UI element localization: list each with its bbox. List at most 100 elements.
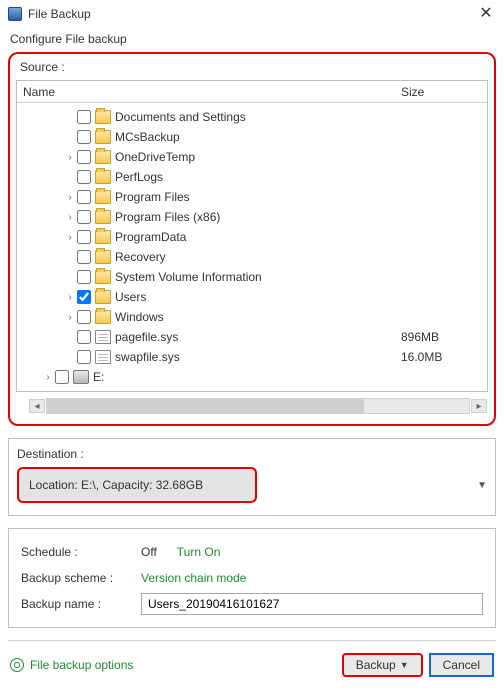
folder-icon	[95, 190, 111, 204]
tree-item-label: PerfLogs	[115, 170, 401, 184]
backup-button-label: Backup	[356, 658, 396, 672]
tree-checkbox[interactable]	[77, 230, 91, 244]
footer: File backup options Backup ▼ Cancel	[0, 647, 504, 687]
tree-item-label: ProgramData	[115, 230, 401, 244]
tree-row[interactable]: swapfile.sys16.0MB	[17, 347, 487, 367]
destination-section: Destination : Location: E:\, Capacity: 3…	[8, 438, 496, 516]
tree-row[interactable]: › Users	[17, 287, 487, 307]
cancel-button-label: Cancel	[443, 658, 480, 672]
backup-button[interactable]: Backup ▼	[342, 653, 423, 677]
expand-icon[interactable]: ›	[63, 192, 77, 203]
gear-icon	[10, 658, 24, 672]
file-backup-options-link[interactable]: File backup options	[10, 658, 133, 672]
tree-row[interactable]: ›OneDriveTemp	[17, 147, 487, 167]
folder-icon	[95, 270, 111, 284]
destination-value: Location: E:\, Capacity: 32.68GB	[29, 478, 203, 492]
tree-row[interactable]: › ProgramData	[17, 227, 487, 247]
options-label: File backup options	[30, 658, 133, 672]
tree-checkbox[interactable]	[77, 250, 91, 264]
cancel-button[interactable]: Cancel	[429, 653, 494, 677]
folder-icon	[95, 310, 111, 324]
tree-item-label: Program Files	[115, 190, 401, 204]
tree-checkbox[interactable]	[55, 370, 69, 384]
tree-item-label: swapfile.sys	[115, 350, 401, 364]
folder-icon	[95, 170, 111, 184]
tree-row[interactable]: › E:	[17, 367, 487, 387]
tree-body: Documents and Settings MCsBackup ›OneDrive…	[17, 103, 487, 391]
scroll-right-icon[interactable]: ▸	[471, 399, 487, 413]
expand-icon[interactable]: ›	[63, 232, 77, 243]
tree-checkbox[interactable]	[77, 110, 91, 124]
source-section: Source : Name Size Documents and Setting…	[8, 52, 496, 426]
backup-name-label: Backup name :	[21, 597, 131, 611]
tree-row[interactable]: PerfLogs	[17, 167, 487, 187]
schedule-label: Schedule :	[21, 545, 131, 559]
app-icon	[8, 7, 22, 21]
horizontal-scrollbar[interactable]: ◂ ▸	[46, 398, 470, 414]
scheme-label: Backup scheme :	[21, 571, 131, 585]
settings-section: Schedule : Off Turn On Backup scheme : V…	[8, 528, 496, 628]
tree-row[interactable]: Recovery	[17, 247, 487, 267]
tree-row[interactable]: pagefile.sys896MB	[17, 327, 487, 347]
folder-icon	[95, 290, 111, 304]
tree-checkbox[interactable]	[77, 290, 91, 304]
tree-row[interactable]: System Volume Information	[17, 267, 487, 287]
destination-dropdown[interactable]: Location: E:\, Capacity: 32.68GB	[17, 467, 257, 503]
page-subtitle: Configure File backup	[0, 28, 504, 52]
tree-item-size: 16.0MB	[401, 350, 481, 364]
expand-icon[interactable]: ›	[63, 212, 77, 223]
tree-checkbox[interactable]	[77, 310, 91, 324]
chevron-down-icon: ▼	[400, 660, 409, 670]
column-size[interactable]: Size	[401, 85, 481, 99]
tree-checkbox[interactable]	[77, 210, 91, 224]
tree-header: Name Size	[17, 81, 487, 103]
tree-item-label: Program Files (x86)	[115, 210, 401, 224]
expand-icon[interactable]: ›	[63, 152, 77, 163]
folder-icon	[95, 150, 111, 164]
destination-label: Destination :	[17, 447, 487, 461]
tree-item-label: Documents and Settings	[115, 110, 401, 124]
window-title: File Backup	[28, 7, 91, 21]
scroll-left-icon[interactable]: ◂	[29, 399, 45, 413]
backup-name-row: Backup name :	[21, 591, 483, 617]
tree-checkbox[interactable]	[77, 150, 91, 164]
backup-name-input[interactable]	[141, 593, 483, 615]
tree-checkbox[interactable]	[77, 270, 91, 284]
expand-icon[interactable]: ›	[41, 372, 55, 383]
folder-icon	[95, 250, 111, 264]
tree-checkbox[interactable]	[77, 330, 91, 344]
expand-icon[interactable]: ›	[63, 312, 77, 323]
tree-row[interactable]: MCsBackup	[17, 127, 487, 147]
tree-row[interactable]: › Program Files (x86)	[17, 207, 487, 227]
folder-icon	[95, 130, 111, 144]
chevron-down-icon[interactable]: ▼	[477, 480, 487, 491]
tree-checkbox[interactable]	[77, 350, 91, 364]
tree-item-label: Users	[115, 290, 401, 304]
source-tree: Name Size Documents and Settings MCsBacku…	[16, 80, 488, 392]
folder-icon	[95, 210, 111, 224]
tree-row[interactable]: › Windows	[17, 307, 487, 327]
column-name[interactable]: Name	[23, 85, 401, 99]
file-icon	[95, 330, 111, 344]
tree-row[interactable]: › Program Files	[17, 187, 487, 207]
scheme-value-link[interactable]: Version chain mode	[141, 571, 246, 585]
scheme-row: Backup scheme : Version chain mode	[21, 565, 483, 591]
folder-icon	[95, 230, 111, 244]
tree-checkbox[interactable]	[77, 130, 91, 144]
separator	[8, 640, 496, 641]
drive-icon	[73, 370, 89, 384]
schedule-turn-on-link[interactable]: Turn On	[177, 545, 221, 559]
tree-item-label: Windows	[115, 310, 401, 324]
tree-checkbox[interactable]	[77, 190, 91, 204]
schedule-row: Schedule : Off Turn On	[21, 539, 483, 565]
tree-item-label: E:	[93, 370, 401, 384]
scroll-thumb[interactable]	[47, 399, 364, 413]
tree-row[interactable]: Documents and Settings	[17, 107, 487, 127]
tree-item-size: 896MB	[401, 330, 481, 344]
expand-icon[interactable]: ›	[63, 292, 77, 303]
title-bar: File Backup ✕	[0, 0, 504, 28]
tree-checkbox[interactable]	[77, 170, 91, 184]
close-icon[interactable]: ✕	[476, 6, 496, 22]
tree-item-label: MCsBackup	[115, 130, 401, 144]
tree-item-label: Recovery	[115, 250, 401, 264]
